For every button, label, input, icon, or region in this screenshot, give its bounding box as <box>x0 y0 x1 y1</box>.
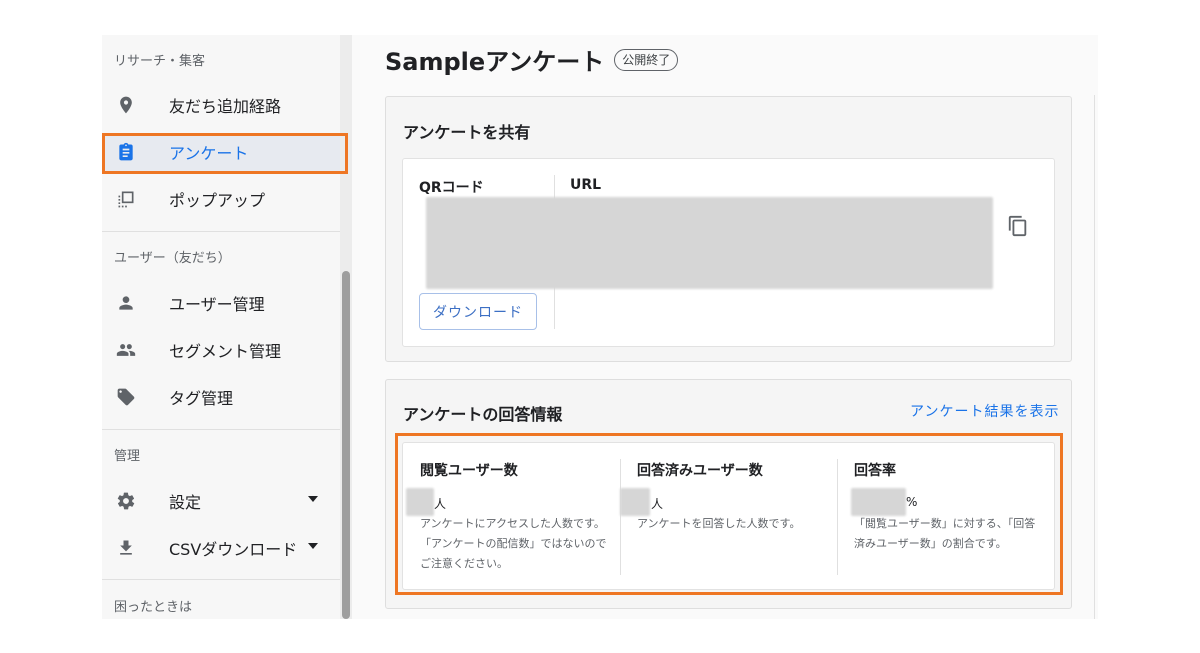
qr-download-button[interactable]: ダウンロード <box>419 293 537 330</box>
stat-response-rate-unit: % <box>906 495 918 509</box>
sidebar-item-label: 設定 <box>169 493 202 512</box>
sidebar-item-settings[interactable]: 設定 <box>102 482 340 520</box>
sidebar-section-label-help: 困ったときは <box>114 600 193 615</box>
sidebar-divider <box>102 429 340 430</box>
stat-divider <box>620 459 621 575</box>
sidebar-scrollbar-thumb[interactable] <box>342 271 350 619</box>
person-icon <box>119 296 133 310</box>
sidebar-item-label: セグメント管理 <box>169 342 282 361</box>
stat-viewers-description: アンケートにアクセスした人数です。「アンケートの配信数」ではないのでご注意くださ… <box>420 517 607 570</box>
answers-card: アンケートの回答情報 アンケート結果を表示 閲覧ユーザー数 人 アンケートにアク… <box>385 379 1072 609</box>
stat-response-rate-title: 回答率 <box>854 463 896 479</box>
sidebar-item-user-management[interactable]: ユーザー管理 <box>102 284 340 322</box>
redacted-respondents-value <box>620 488 650 516</box>
sidebar-item-label: アンケート <box>169 144 249 163</box>
stat-viewers-unit: 人 <box>434 497 447 511</box>
stat-respondents-unit: 人 <box>651 497 664 511</box>
main-content: Sampleアンケート 公開終了 アンケートを共有 QRコード URL ダウンロ… <box>352 35 1098 619</box>
stats-panel: 閲覧ユーザー数 人 アンケートにアクセスした人数です。「アンケートの配信数」では… <box>402 442 1055 590</box>
stat-respondents-title: 回答済みユーザー数 <box>637 463 763 479</box>
popup-icon <box>118 191 134 208</box>
sidebar-item-csv-download[interactable]: CSVダウンロード <box>102 529 340 567</box>
page-title: Sampleアンケート <box>385 48 605 76</box>
sidebar-item-friend-routes[interactable]: 友だち追加経路 <box>102 86 340 124</box>
sidebar-section-label-admin: 管理 <box>114 449 141 464</box>
sidebar-scrollbar[interactable] <box>340 35 352 619</box>
sidebar-item-tag-management[interactable]: タグ管理 <box>102 378 340 416</box>
sidebar-section-label-research: リサーチ・集客 <box>114 54 206 69</box>
qr-code-label: QRコード <box>419 180 484 196</box>
content-divider <box>1094 95 1095 619</box>
sidebar-item-label: ポップアップ <box>169 191 266 210</box>
stat-divider <box>837 459 838 575</box>
share-card: アンケートを共有 QRコード URL ダウンロード <box>385 96 1072 362</box>
sidebar-divider <box>102 231 340 232</box>
chevron-down-icon <box>308 543 318 549</box>
location-pin-icon <box>120 96 132 114</box>
gear-icon <box>117 492 135 510</box>
status-badge: 公開終了 <box>614 48 679 71</box>
sidebar-item-popup[interactable]: ポップアップ <box>102 180 340 218</box>
sidebar-item-segment-management[interactable]: セグメント管理 <box>102 331 340 369</box>
page-title-row: Sampleアンケート 公開終了 <box>385 42 679 77</box>
clipboard-icon <box>119 142 133 161</box>
stat-viewers-title: 閲覧ユーザー数 <box>420 463 518 479</box>
stat-response-rate-description: 「閲覧ユーザー数」に対する、「回答済みユーザー数」の割合です。 <box>854 517 1036 550</box>
redacted-response-rate-value <box>851 488 906 516</box>
share-card-title: アンケートを共有 <box>403 123 531 142</box>
group-icon <box>116 344 136 356</box>
redacted-viewers-value <box>406 488 434 516</box>
share-panel: QRコード URL ダウンロード <box>402 158 1055 347</box>
sidebar: リサーチ・集客 友だち追加経路 アンケート ポップアップ ユーザー（友だち） ユ… <box>102 35 352 619</box>
sidebar-divider <box>102 579 340 580</box>
copy-icon[interactable] <box>1007 214 1029 238</box>
download-icon <box>120 540 132 555</box>
sidebar-item-label: CSVダウンロード <box>169 540 298 559</box>
sidebar-item-label: 友だち追加経路 <box>169 97 282 116</box>
url-label: URL <box>570 177 602 193</box>
sidebar-item-label: タグ管理 <box>169 389 234 408</box>
chevron-down-icon <box>308 496 318 502</box>
view-results-link[interactable]: アンケート結果を表示 <box>910 401 1059 421</box>
stat-respondents-description: アンケートを回答した人数です。 <box>637 517 801 530</box>
redacted-qr-url-area <box>426 197 993 289</box>
tag-icon <box>117 388 135 406</box>
answers-card-title: アンケートの回答情報 <box>403 405 563 424</box>
sidebar-section-label-users: ユーザー（友だち） <box>114 251 231 266</box>
sidebar-item-label: ユーザー管理 <box>169 295 265 314</box>
sidebar-item-survey[interactable]: アンケート <box>102 133 340 171</box>
